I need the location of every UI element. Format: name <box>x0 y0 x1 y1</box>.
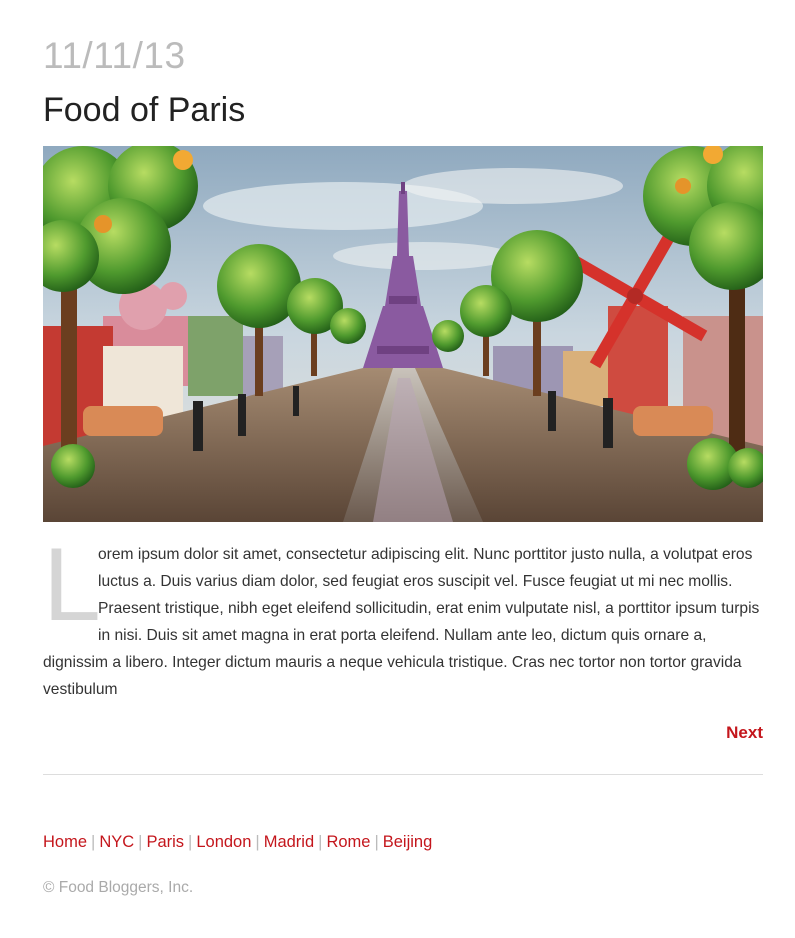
footer-link-madrid[interactable]: Madrid <box>264 833 314 851</box>
post-title: Food of Paris <box>43 91 246 129</box>
footer-separator: | <box>91 833 96 851</box>
drop-cap: L <box>43 527 101 643</box>
post-body-text: orem ipsum dolor sit amet, consectetur a… <box>43 546 760 698</box>
footer-separator: | <box>138 833 143 851</box>
copyright-text: © Food Bloggers, Inc. <box>43 879 194 896</box>
footer-nav: Home | NYC | Paris | London | Madrid | Rome | Beijin… <box>43 831 432 853</box>
next-post-link[interactable]: Next <box>726 722 763 744</box>
footer-link-beijing[interactable]: Beijing <box>383 833 433 851</box>
footer-separator: | <box>374 833 379 851</box>
footer-link-paris[interactable]: Paris <box>146 833 184 851</box>
footer-separator: | <box>318 833 323 851</box>
post-date: 11/11/13 <box>43 35 186 76</box>
paris-food-landscape-illustration <box>43 146 763 522</box>
hero-image <box>43 146 763 522</box>
footer-separator: | <box>255 833 260 851</box>
footer-link-home[interactable]: Home <box>43 833 87 851</box>
footer-link-nyc[interactable]: NYC <box>99 833 134 851</box>
footer-link-london[interactable]: London <box>196 833 251 851</box>
post-body: Lorem ipsum dolor sit amet, consectetur … <box>43 527 763 703</box>
footer-separator: | <box>188 833 193 851</box>
footer-link-rome[interactable]: Rome <box>326 833 370 851</box>
divider <box>43 774 763 775</box>
